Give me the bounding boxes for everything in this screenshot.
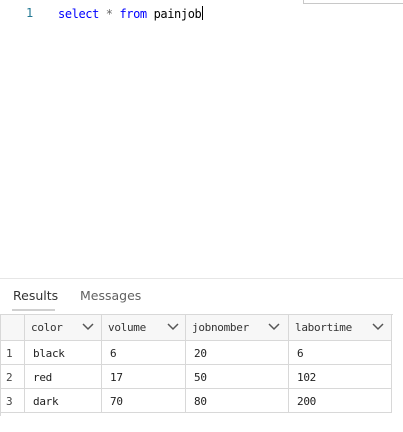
chevron-down-icon[interactable] bbox=[167, 323, 179, 331]
code-line[interactable]: select * from painjob bbox=[58, 6, 204, 21]
column-header-label: color bbox=[31, 321, 63, 334]
row-number-header bbox=[1, 315, 25, 341]
table-cell[interactable]: black bbox=[25, 341, 102, 365]
select-star: * bbox=[105, 7, 113, 21]
results-tabs: Results Messages bbox=[0, 284, 403, 314]
keyword-from: from bbox=[119, 7, 147, 21]
table-name: painjob bbox=[153, 7, 202, 21]
table-cell[interactable]: red bbox=[25, 365, 102, 389]
column-header-volume[interactable]: volume bbox=[102, 315, 186, 341]
table-cell[interactable]: dark bbox=[25, 389, 102, 413]
active-tab-indicator bbox=[12, 309, 55, 311]
column-header-jobnomber[interactable]: jobnomber bbox=[186, 315, 289, 341]
table-cell[interactable]: 6 bbox=[102, 341, 186, 365]
chevron-down-icon[interactable] bbox=[372, 323, 384, 331]
editor-results-divider bbox=[0, 278, 403, 279]
row-number[interactable]: 2 bbox=[1, 365, 25, 389]
chevron-down-icon[interactable] bbox=[82, 323, 94, 331]
text-cursor bbox=[202, 6, 204, 20]
column-header-labortime[interactable]: labortime bbox=[289, 315, 392, 341]
table-cell[interactable]: 20 bbox=[186, 341, 289, 365]
table-cell[interactable]: 200 bbox=[289, 389, 392, 413]
column-header-label: labortime bbox=[295, 321, 352, 334]
table-cell[interactable]: 6 bbox=[289, 341, 392, 365]
row-number[interactable]: 3 bbox=[1, 389, 25, 413]
tab-messages[interactable]: Messages bbox=[80, 288, 141, 303]
row-number[interactable]: 1 bbox=[1, 341, 25, 365]
results-grid: color volume jobnomber labortime 1 black… bbox=[0, 314, 393, 416]
table-cell[interactable]: 80 bbox=[186, 389, 289, 413]
table-cell[interactable]: 50 bbox=[186, 365, 289, 389]
tab-results[interactable]: Results bbox=[13, 288, 58, 303]
column-header-label: jobnomber bbox=[192, 321, 249, 334]
query-editor[interactable]: 1 select * from painjob bbox=[0, 0, 403, 278]
column-header-label: volume bbox=[108, 321, 146, 334]
table-cell[interactable]: 70 bbox=[102, 389, 186, 413]
chevron-down-icon[interactable] bbox=[268, 323, 280, 331]
line-number: 1 bbox=[26, 6, 34, 20]
table-cell[interactable]: 102 bbox=[289, 365, 392, 389]
keyword-select: select bbox=[58, 7, 99, 21]
table-cell[interactable]: 17 bbox=[102, 365, 186, 389]
column-header-color[interactable]: color bbox=[25, 315, 102, 341]
